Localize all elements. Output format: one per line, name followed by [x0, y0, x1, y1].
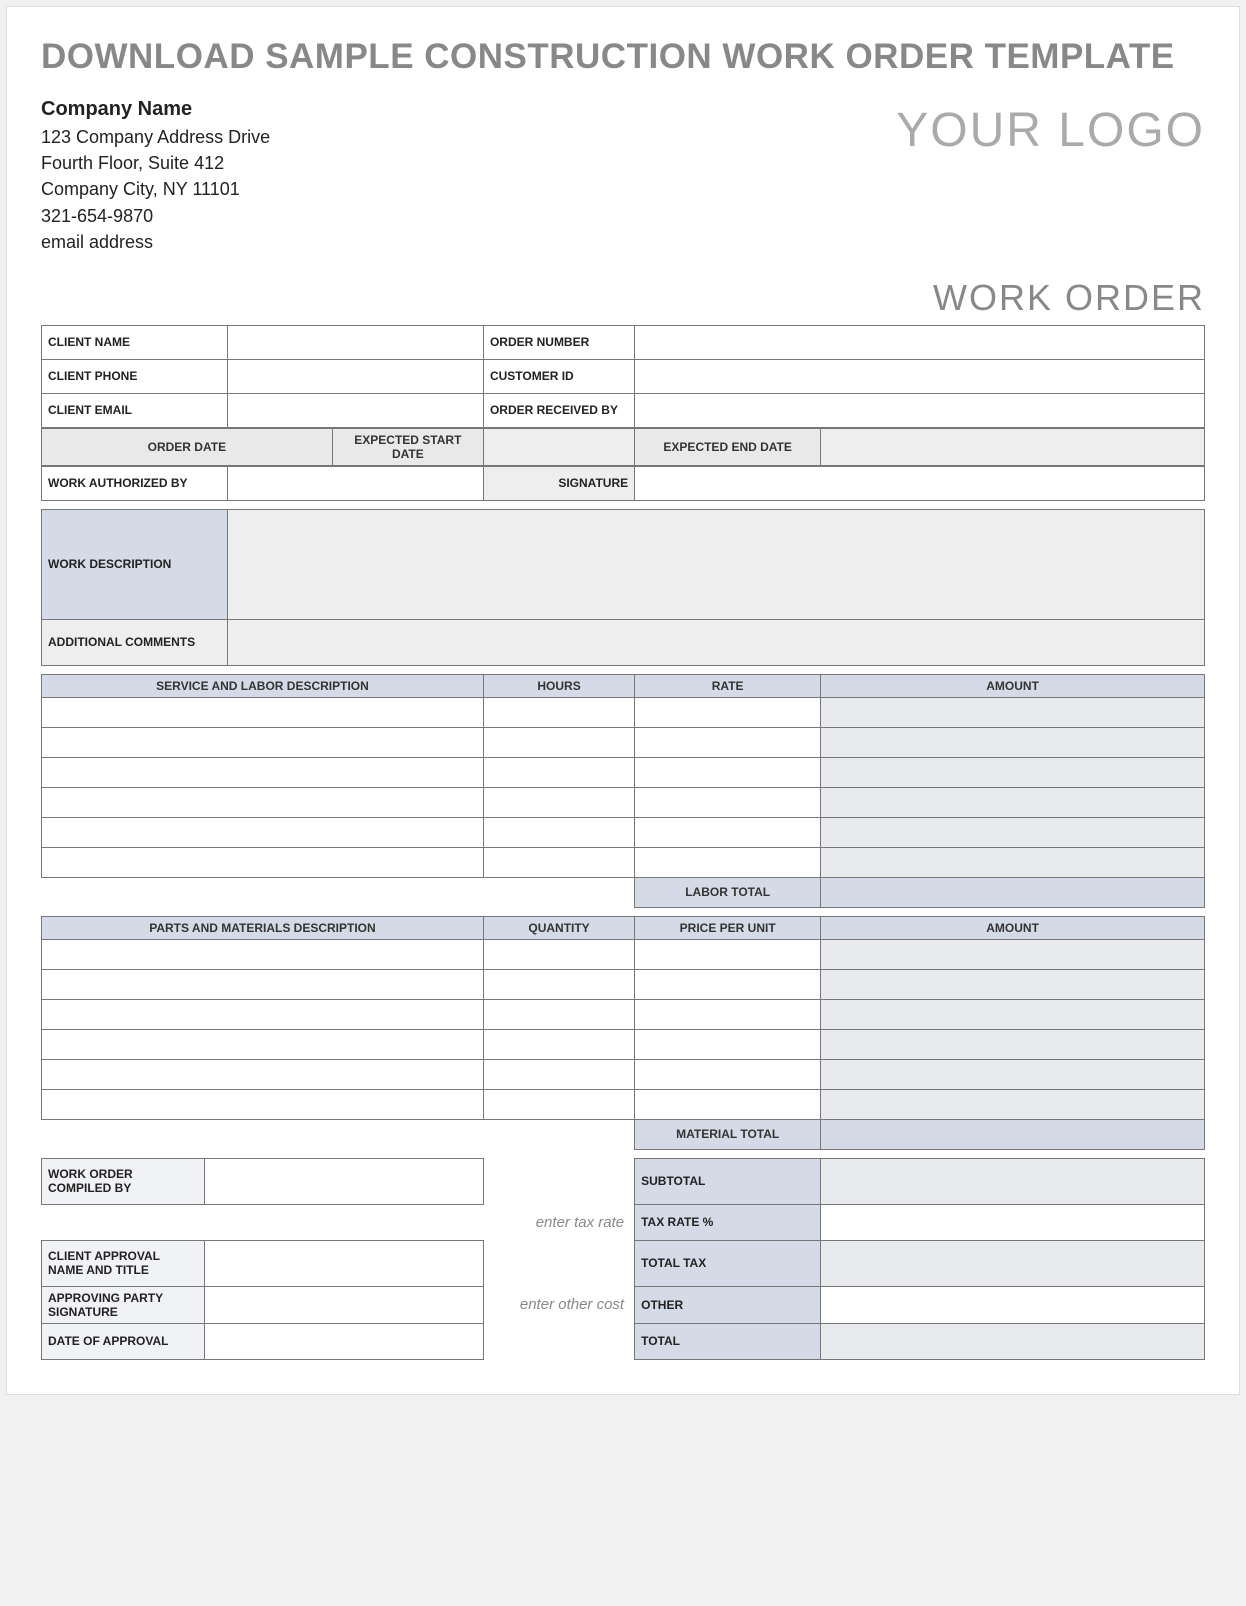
table-row [42, 787, 1205, 817]
table-row [42, 1059, 1205, 1089]
work-auth-input[interactable] [228, 466, 484, 500]
footer-composite: WORK ORDER COMPILED BY SUBTOTAL enter ta… [41, 1158, 1205, 1360]
subtotal-value[interactable] [821, 1158, 1205, 1204]
header-row: Company Name 123 Company Address Drive F… [41, 95, 1205, 254]
date-approval-input[interactable] [204, 1323, 483, 1359]
expected-start-label: EXPECTED START DATE [332, 428, 483, 465]
client-email-input[interactable] [228, 393, 484, 427]
date-approval-label: DATE OF APPROVAL [42, 1323, 205, 1359]
tax-rate-label: TAX RATE % [635, 1204, 821, 1240]
client-phone-input[interactable] [228, 359, 484, 393]
compiled-by-input[interactable] [204, 1158, 483, 1204]
table-row [42, 757, 1205, 787]
client-name-input[interactable] [228, 325, 484, 359]
service-desc-header: SERVICE AND LABOR DESCRIPTION [42, 674, 484, 697]
order-number-input[interactable] [635, 325, 1205, 359]
service-amount-header: AMOUNT [821, 674, 1205, 697]
table-row [42, 727, 1205, 757]
service-hours-header: HOURS [483, 674, 634, 697]
order-received-input[interactable] [635, 393, 1205, 427]
tax-rate-value[interactable] [821, 1204, 1205, 1240]
total-label: TOTAL [635, 1323, 821, 1359]
order-received-label: ORDER RECEIVED BY [483, 393, 634, 427]
approving-sig-input[interactable] [204, 1286, 483, 1323]
table-row [42, 1029, 1205, 1059]
client-approval-label: CLIENT APPROVAL NAME AND TITLE [42, 1240, 205, 1286]
page-title: DOWNLOAD SAMPLE CONSTRUCTION WORK ORDER … [41, 37, 1205, 77]
labor-total-value[interactable] [821, 877, 1205, 907]
table-row [42, 817, 1205, 847]
work-auth-label: WORK AUTHORIZED BY [42, 466, 228, 500]
add-comments-label: ADDITIONAL COMMENTS [42, 619, 228, 665]
approving-sig-label: APPROVING PARTY SIGNATURE [42, 1286, 205, 1323]
compiled-by-label: WORK ORDER COMPILED BY [42, 1158, 205, 1204]
order-number-label: ORDER NUMBER [483, 325, 634, 359]
total-value[interactable] [821, 1323, 1205, 1359]
company-phone: 321-654-9870 [41, 203, 270, 229]
service-rate-header: RATE [635, 674, 821, 697]
company-name: Company Name [41, 95, 270, 124]
description-table: WORK DESCRIPTION ADDITIONAL COMMENTS [41, 509, 1205, 666]
total-tax-value[interactable] [821, 1240, 1205, 1286]
company-city: Company City, NY 11101 [41, 176, 270, 202]
expected-start-input[interactable] [483, 428, 634, 465]
customer-id-input[interactable] [635, 359, 1205, 393]
signature-input[interactable] [635, 466, 1205, 500]
work-desc-input[interactable] [228, 509, 1205, 619]
client-order-table: CLIENT NAME ORDER NUMBER CLIENT PHONE CU… [41, 325, 1205, 428]
client-approval-input[interactable] [204, 1240, 483, 1286]
client-name-label: CLIENT NAME [42, 325, 228, 359]
order-date-label: ORDER DATE [42, 428, 333, 465]
parts-ppu-header: PRICE PER UNIT [635, 916, 821, 939]
parts-materials-table: PARTS AND MATERIALS DESCRIPTION QUANTITY… [41, 916, 1205, 1150]
signature-label: SIGNATURE [483, 466, 634, 500]
table-row [42, 939, 1205, 969]
doc-type: WORK ORDER [41, 277, 1205, 319]
labor-total-label: LABOR TOTAL [635, 877, 821, 907]
dates-table: ORDER DATE EXPECTED START DATE EXPECTED … [41, 428, 1205, 466]
tax-hint: enter tax rate [483, 1204, 634, 1240]
client-email-label: CLIENT EMAIL [42, 393, 228, 427]
other-hint: enter other cost [483, 1286, 634, 1323]
client-phone-label: CLIENT PHONE [42, 359, 228, 393]
company-email: email address [41, 229, 270, 255]
subtotal-label: SUBTOTAL [635, 1158, 821, 1204]
table-row [42, 847, 1205, 877]
customer-id-label: CUSTOMER ID [483, 359, 634, 393]
parts-desc-header: PARTS AND MATERIALS DESCRIPTION [42, 916, 484, 939]
parts-amount-header: AMOUNT [821, 916, 1205, 939]
company-addr2: Fourth Floor, Suite 412 [41, 150, 270, 176]
expected-end-input[interactable] [821, 428, 1205, 465]
other-label: OTHER [635, 1286, 821, 1323]
table-row [42, 1089, 1205, 1119]
company-block: Company Name 123 Company Address Drive F… [41, 95, 270, 254]
auth-table: WORK AUTHORIZED BY SIGNATURE [41, 466, 1205, 501]
table-row [42, 969, 1205, 999]
table-row [42, 697, 1205, 727]
total-tax-label: TOTAL TAX [635, 1240, 821, 1286]
company-addr1: 123 Company Address Drive [41, 124, 270, 150]
other-value[interactable] [821, 1286, 1205, 1323]
table-row [42, 999, 1205, 1029]
add-comments-input[interactable] [228, 619, 1205, 665]
expected-end-label: EXPECTED END DATE [635, 428, 821, 465]
service-labor-table: SERVICE AND LABOR DESCRIPTION HOURS RATE… [41, 674, 1205, 908]
material-total-label: MATERIAL TOTAL [635, 1119, 821, 1149]
document-page: DOWNLOAD SAMPLE CONSTRUCTION WORK ORDER … [6, 6, 1240, 1395]
parts-qty-header: QUANTITY [483, 916, 634, 939]
logo-placeholder: YOUR LOGO [896, 103, 1205, 158]
material-total-value[interactable] [821, 1119, 1205, 1149]
work-desc-label: WORK DESCRIPTION [42, 509, 228, 619]
